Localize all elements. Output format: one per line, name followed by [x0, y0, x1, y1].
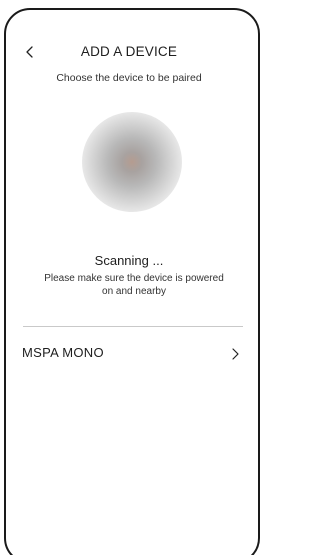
page-title: ADD A DEVICE — [80, 44, 178, 59]
scan-status: Scanning ... — [94, 253, 164, 268]
chevron-right-icon — [232, 348, 239, 360]
header: ADD A DEVICE — [0, 42, 258, 62]
divider — [23, 326, 243, 327]
scan-hint: Please make sure the device is powered o… — [44, 273, 224, 297]
scanning-indicator — [82, 112, 182, 212]
list-item-device[interactable]: MSPA MONO — [0, 340, 258, 368]
device-name: MSPA MONO — [22, 345, 104, 360]
page-subtitle: Choose the device to be paired — [56, 72, 202, 84]
